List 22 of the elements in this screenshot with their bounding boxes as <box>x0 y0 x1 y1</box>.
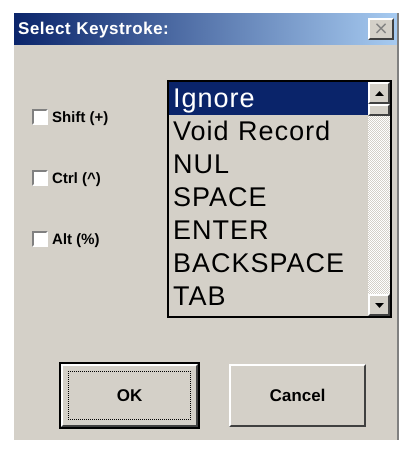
checkbox-label: Alt (%) <box>52 230 100 248</box>
list-item[interactable]: Ignore <box>169 82 368 115</box>
cancel-button[interactable]: Cancel <box>229 364 366 427</box>
list-item[interactable]: Void Record <box>169 115 368 148</box>
checkbox[interactable] <box>32 170 48 186</box>
up-arrow-icon <box>374 90 384 96</box>
down-arrow-icon <box>374 302 384 308</box>
checkbox[interactable] <box>32 231 48 247</box>
list-item[interactable]: TAB <box>169 280 368 313</box>
list-item[interactable]: NUL <box>169 148 368 181</box>
ok-button[interactable]: OK <box>61 364 198 427</box>
window-title: Select Keystroke: <box>18 19 170 39</box>
scroll-down-button[interactable] <box>368 294 390 316</box>
list-item[interactable]: ENTER <box>169 214 368 247</box>
list-item[interactable]: BACKSPACE <box>169 247 368 280</box>
checkbox-label: Shift (+) <box>52 108 108 126</box>
checkbox[interactable] <box>32 109 48 125</box>
checkbox-label: Ctrl (^) <box>52 170 101 186</box>
scrollbar[interactable] <box>368 82 390 316</box>
list-item[interactable]: SPACE <box>169 181 368 214</box>
scroll-thumb[interactable] <box>368 104 390 116</box>
scroll-up-button[interactable] <box>368 82 390 104</box>
